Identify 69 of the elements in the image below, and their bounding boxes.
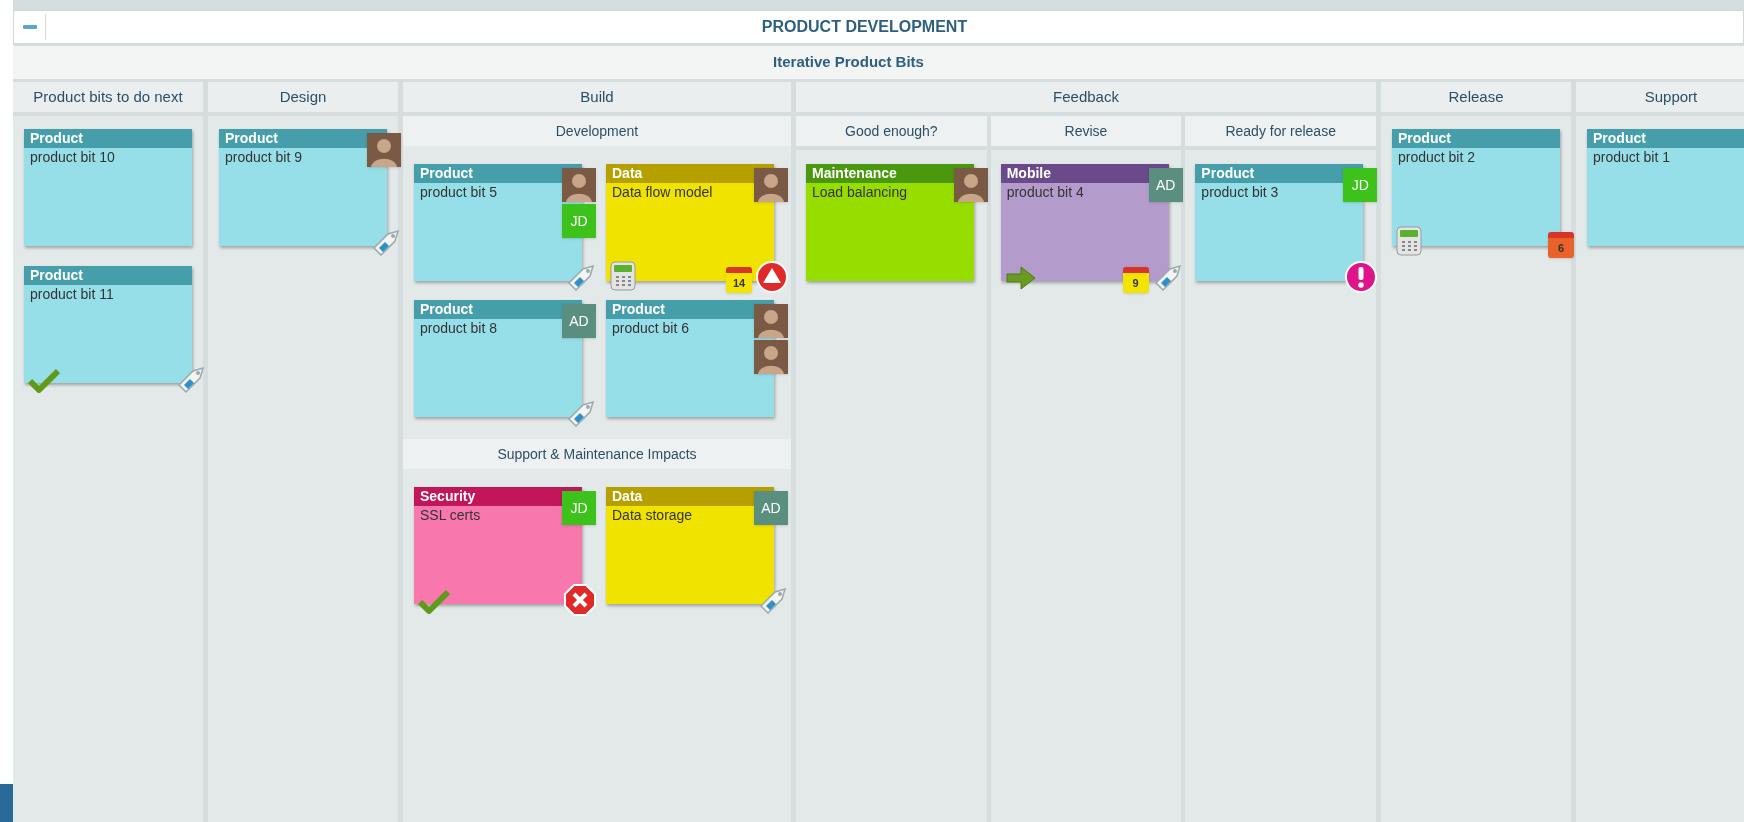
section-header: Good enough? <box>796 116 987 146</box>
card-header: Product <box>606 300 774 319</box>
card-title: product bit 10 <box>29 148 116 166</box>
tag-icon <box>371 228 401 258</box>
side-panel-edge <box>0 784 13 822</box>
card-title: product bit 1 <box>1592 148 1672 166</box>
avatar-photo <box>954 168 988 202</box>
avatar-photo <box>562 168 596 202</box>
section-header: Ready for release <box>1185 116 1376 146</box>
column-header: Release <box>1381 82 1571 112</box>
card-header: Product <box>1392 129 1560 148</box>
calendar-badge: 14 <box>726 267 752 293</box>
checkmark-icon <box>418 588 450 614</box>
card[interactable]: Product product bit 10 <box>24 129 192 246</box>
card-title: product bit 5 <box>419 183 499 201</box>
card-title: product bit 9 <box>224 148 304 166</box>
card-title: Data flow model <box>611 183 714 201</box>
column-header: Build <box>403 82 791 112</box>
card-title: product bit 3 <box>1200 183 1280 201</box>
error-icon <box>564 584 596 616</box>
card[interactable]: Product product bit 11 <box>24 266 192 383</box>
card[interactable]: Product product bit 9 <box>219 129 387 246</box>
card-title: product bit 6 <box>611 319 691 337</box>
arrow-right-icon <box>1004 265 1037 291</box>
tag-icon <box>1152 263 1183 293</box>
section-header: Revise <box>990 116 1182 146</box>
card-header: Product <box>219 129 387 148</box>
section-header: Development <box>403 116 791 146</box>
tag-icon <box>566 399 596 429</box>
column-header: Design <box>208 82 398 112</box>
calendar-badge: 6 <box>1548 232 1574 258</box>
card-title: product bit 2 <box>1397 148 1477 166</box>
card-title: product bit 4 <box>1005 183 1085 201</box>
avatar-photo <box>754 168 788 202</box>
avatar-photo <box>754 340 788 374</box>
column-header: Support <box>1576 82 1744 112</box>
alert-up-icon <box>756 261 788 293</box>
exclamation-icon <box>1345 261 1378 293</box>
card-title: Data storage <box>611 506 694 524</box>
card[interactable]: Product product bit 1 <box>1587 129 1744 246</box>
card-header: Product <box>1587 129 1744 148</box>
card-title: SSL certs <box>419 506 482 524</box>
tag-icon <box>758 586 788 616</box>
checkmark-icon <box>28 367 60 393</box>
card-header: Product <box>24 129 192 148</box>
card[interactable]: Product product bit 6 <box>606 300 774 417</box>
calculator-icon <box>610 261 636 291</box>
tag-icon <box>176 365 206 395</box>
card-header: Product <box>24 266 192 285</box>
card-header: Data <box>606 164 774 183</box>
tag-icon <box>566 263 596 293</box>
card-title: product bit 8 <box>419 319 499 337</box>
avatar-photo <box>367 133 401 167</box>
card-title: Load balancing <box>811 183 908 201</box>
avatar-photo <box>754 304 788 338</box>
card-title: product bit 11 <box>29 285 115 303</box>
card-header: Maintenance <box>806 164 974 183</box>
board-title: PRODUCT DEVELOPMENT <box>760 17 969 37</box>
calendar-badge: 9 <box>1122 267 1149 293</box>
board-subtitle: Iterative Product Bits <box>13 46 1744 79</box>
column-header: Feedback <box>796 82 1376 112</box>
minus-icon <box>22 25 37 29</box>
column-header: Product bits to do next <box>13 82 203 112</box>
card[interactable]: Product product bit 2 <box>1392 129 1560 246</box>
card-header: Product <box>414 164 582 183</box>
section-header: Support & Maintenance Impacts <box>403 439 791 469</box>
card[interactable]: Maintenance Load balancing <box>806 164 974 281</box>
calculator-icon <box>1396 226 1422 256</box>
initials-badge: JD <box>562 204 596 238</box>
